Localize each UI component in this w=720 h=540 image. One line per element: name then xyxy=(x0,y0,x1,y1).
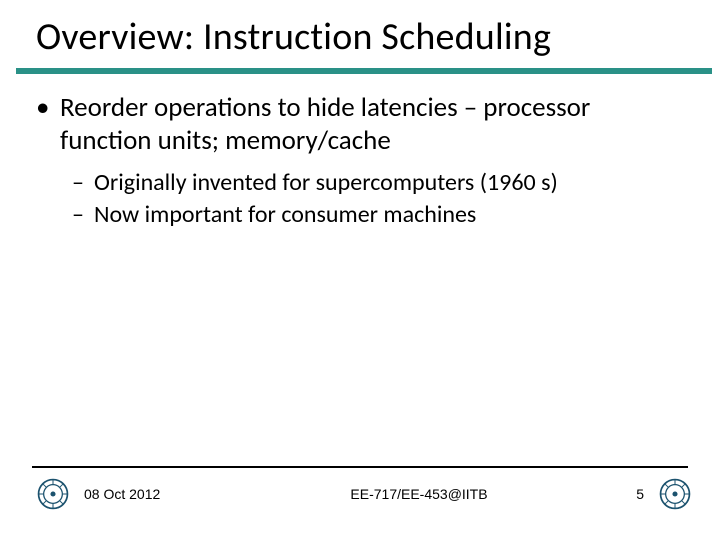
footer-page-number: 5 xyxy=(584,486,644,502)
bullet-text: Now important for consumer machines xyxy=(94,200,684,230)
list-item: – Originally invented for supercomputers… xyxy=(72,168,684,198)
footer-date: 08 Oct 2012 xyxy=(84,486,254,502)
title-underline xyxy=(16,68,712,74)
bullet-text: Originally invented for supercomputers (… xyxy=(94,168,684,198)
content-area: • Reorder operations to hide latencies –… xyxy=(36,92,684,230)
footer-rule xyxy=(32,466,688,468)
slide-title: Overview: Instruction Scheduling xyxy=(36,14,704,60)
list-item: • Reorder operations to hide latencies –… xyxy=(36,92,684,158)
bullet-marker: – xyxy=(72,168,94,198)
institute-logo-left xyxy=(36,477,70,511)
bullet-marker: • xyxy=(36,92,60,158)
bullet-text: Reorder operations to hide latencies – p… xyxy=(60,92,684,158)
slide: Overview: Instruction Scheduling • Reord… xyxy=(0,0,720,540)
bullet-marker: – xyxy=(72,200,94,230)
institute-logo-right xyxy=(658,477,692,511)
footer-center: EE-717/EE-453@IITB xyxy=(254,486,584,502)
list-item: – Now important for consumer machines xyxy=(72,200,684,230)
footer: 08 Oct 2012 EE-717/EE-453@IITB 5 xyxy=(0,478,720,510)
